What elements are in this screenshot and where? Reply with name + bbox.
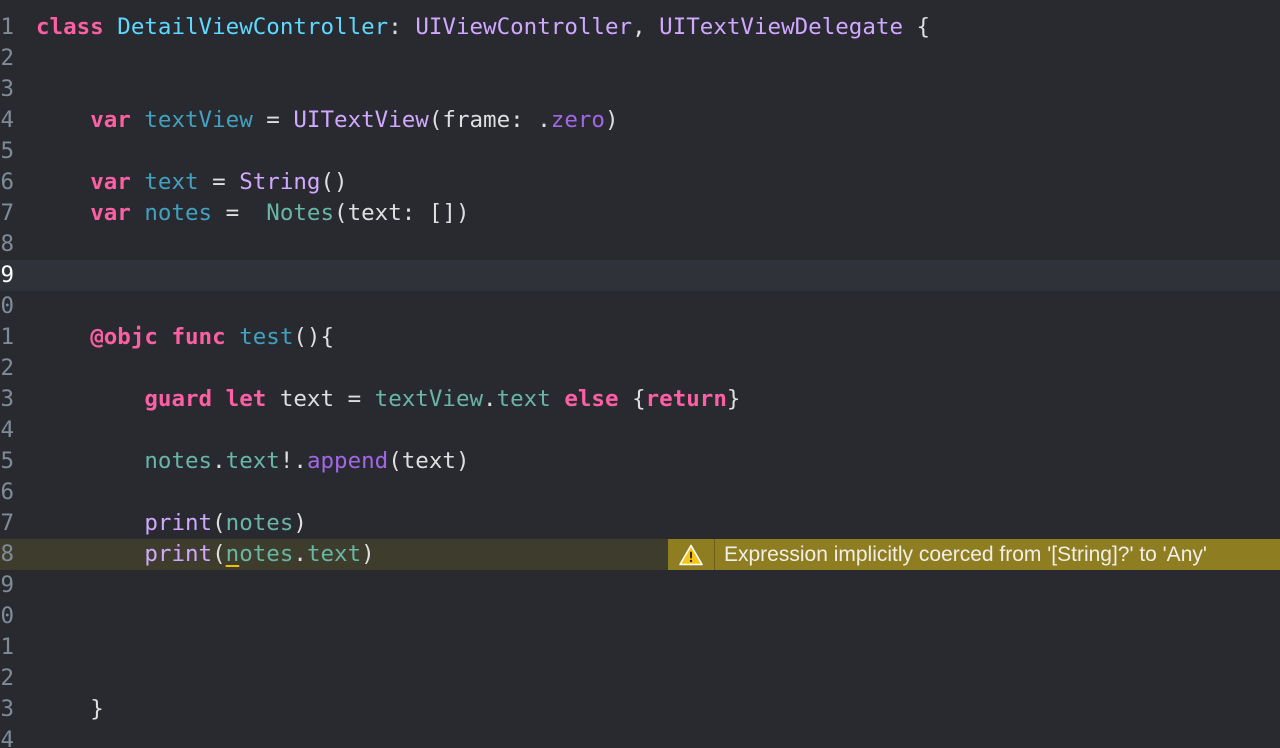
line-number: 9 [0, 572, 14, 598]
code-line[interactable]: 1 [0, 632, 1280, 663]
code-line[interactable]: 3 } [0, 694, 1280, 725]
line-number: 2 [0, 665, 14, 691]
code-line[interactable]: 2 [0, 43, 1280, 74]
code-line[interactable]: 0 [0, 601, 1280, 632]
code-line[interactable]: 2 [0, 353, 1280, 384]
current-line-highlight[interactable]: 9 [0, 260, 1280, 291]
warning-underline[interactable]: n [226, 541, 240, 567]
code-line[interactable]: 1 class DetailViewController: UIViewCont… [0, 12, 1280, 43]
code-text[interactable]: notes.text!.append(text) [36, 446, 469, 477]
warning-triangle-icon [679, 544, 703, 565]
line-number: 8 [0, 231, 14, 257]
code-editor[interactable]: 1 class DetailViewController: UIViewCont… [0, 0, 1280, 748]
warning-line-highlight[interactable]: 8 print(notes.text) Expression implicitl… [0, 539, 1280, 570]
code-text[interactable]: guard let text = textView.text else {ret… [36, 384, 740, 415]
code-line[interactable]: 5 [0, 136, 1280, 167]
code-line[interactable]: 5 notes.text!.append(text) [0, 446, 1280, 477]
code-line[interactable]: 2 [0, 663, 1280, 694]
line-number: 9 [0, 262, 14, 288]
code-line[interactable]: 0 [0, 291, 1280, 322]
warning-message: Expression implicitly coerced from '[Str… [724, 543, 1207, 566]
code-text[interactable]: @objc func test(){ [36, 322, 334, 353]
line-number: 4 [0, 107, 14, 133]
line-number: 3 [0, 696, 14, 722]
line-number: 1 [0, 634, 14, 660]
code-line[interactable]: 4 [0, 725, 1280, 748]
line-number: 1 [0, 324, 14, 350]
line-number: 2 [0, 355, 14, 381]
code-line[interactable]: 9 [0, 570, 1280, 601]
line-number: 6 [0, 169, 14, 195]
code-text[interactable]: } [36, 694, 104, 725]
line-number: 3 [0, 386, 14, 412]
warning-icon-button[interactable] [668, 539, 715, 570]
line-number: 7 [0, 200, 14, 226]
line-number: 5 [0, 448, 14, 474]
code-line[interactable]: 4 var textView = UITextView(frame: .zero… [0, 105, 1280, 136]
line-number: 5 [0, 138, 14, 164]
code-line[interactable]: 1 @objc func test(){ [0, 322, 1280, 353]
code-line[interactable]: 4 [0, 415, 1280, 446]
code-line[interactable]: 3 [0, 74, 1280, 105]
code-text[interactable]: var text = String() [36, 167, 347, 198]
line-number: 8 [0, 541, 14, 567]
line-number: 0 [0, 603, 14, 629]
code-line[interactable]: 7 var notes = Notes(text: []) [0, 198, 1280, 229]
line-number: 0 [0, 293, 14, 319]
line-number: 4 [0, 727, 14, 748]
code-line[interactable]: 6 [0, 477, 1280, 508]
line-number: 7 [0, 510, 14, 536]
warning-banner[interactable]: Expression implicitly coerced from '[Str… [668, 539, 1280, 570]
code-line[interactable]: 3 guard let text = textView.text else {r… [0, 384, 1280, 415]
line-number: 6 [0, 479, 14, 505]
line-number: 2 [0, 45, 14, 71]
line-number: 4 [0, 417, 14, 443]
code-line[interactable]: 8 [0, 229, 1280, 260]
code-line[interactable]: 6 var text = String() [0, 167, 1280, 198]
code-line[interactable]: 7 print(notes) [0, 508, 1280, 539]
code-text[interactable]: var textView = UITextView(frame: .zero) [36, 105, 618, 136]
code-text[interactable]: var notes = Notes(text: []) [36, 198, 469, 229]
line-number: 3 [0, 76, 14, 102]
code-text[interactable]: class DetailViewController: UIViewContro… [36, 12, 930, 43]
line-number: 1 [0, 14, 14, 40]
code-text[interactable]: print(notes.text) [36, 539, 374, 570]
code-text[interactable]: print(notes) [36, 508, 307, 539]
